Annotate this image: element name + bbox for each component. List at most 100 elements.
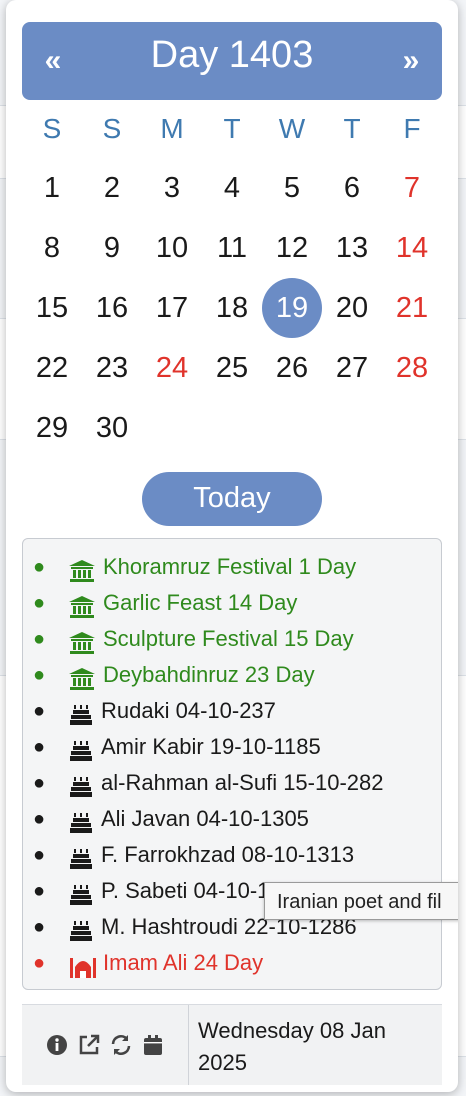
landmark-icon: [69, 629, 95, 654]
bullet-dot: ●: [33, 808, 46, 830]
day-cell[interactable]: 8: [22, 218, 82, 278]
day-cell[interactable]: 10: [142, 218, 202, 278]
day-cell[interactable]: 14: [382, 218, 442, 278]
birthday-cake-icon: [69, 773, 95, 797]
sync-icon[interactable]: [109, 1033, 133, 1057]
weekday-label: T: [343, 113, 361, 144]
landmark-icon: [69, 593, 95, 618]
bullet-dot: ●: [33, 556, 46, 578]
event-item[interactable]: ● Khoramruz Festival 1 Day: [23, 549, 441, 585]
event-item[interactable]: ● Ali Javan 04-10-1305: [23, 801, 441, 837]
event-text: Sculpture Festival 15 Day: [103, 626, 354, 651]
day-cell[interactable]: 28: [382, 338, 442, 398]
day-cell[interactable]: 25: [202, 338, 262, 398]
weekday-label: W: [278, 113, 306, 144]
next-month-button[interactable]: »: [386, 38, 436, 84]
day-cell[interactable]: 17: [142, 278, 202, 338]
event-tooltip: Iranian poet and fil: [264, 882, 458, 920]
bullet-dot: ●: [33, 664, 46, 686]
event-text: Rudaki 04-10-237: [101, 698, 276, 723]
day-cell[interactable]: 3: [142, 158, 202, 218]
day-cell[interactable]: 16: [82, 278, 142, 338]
event-text: Amir Kabir 19-10-1185: [101, 734, 321, 759]
day-cell[interactable]: 5: [262, 158, 322, 218]
event-text: Ali Javan 04-10-1305: [101, 806, 309, 831]
event-item[interactable]: ● al-Rahman al-Sufi 15-10-282: [23, 765, 441, 801]
day-cell[interactable]: 22: [22, 338, 82, 398]
event-text: F. Farrokhzad 08-10-1313: [101, 842, 355, 867]
week-row: 8 9 10 11 12 13 14: [22, 218, 442, 278]
day-cell[interactable]: 20: [322, 278, 382, 338]
bullet-dot: ●: [33, 736, 46, 758]
event-item[interactable]: ● F. Farrokhzad 08-10-1313: [23, 837, 441, 873]
event-text: Imam Ali 24 Day: [103, 950, 264, 975]
bullet-dot: ●: [33, 772, 46, 794]
event-text: Khoramruz Festival 1 Day: [103, 554, 357, 579]
prev-month-button[interactable]: «: [28, 38, 78, 84]
day-cell[interactable]: 27: [322, 338, 382, 398]
day-cell[interactable]: 18: [202, 278, 262, 338]
day-cell[interactable]: 7: [382, 158, 442, 218]
bullet-dot: ●: [33, 880, 46, 902]
event-item[interactable]: ● Deybahdinruz 23 Day: [23, 657, 441, 693]
birthday-cake-icon: [69, 809, 95, 833]
weekday-label: T: [223, 113, 241, 144]
birthday-cake-icon: [69, 845, 95, 869]
external-link-icon[interactable]: [77, 1033, 101, 1057]
landmark-icon: [69, 557, 95, 582]
day-cell[interactable]: 2: [82, 158, 142, 218]
event-text: al-Rahman al-Sufi 15-10-282: [101, 770, 384, 795]
event-item[interactable]: ● Rudaki 04-10-237: [23, 693, 441, 729]
event-item[interactable]: ● Garlic Feast 14 Day: [23, 585, 441, 621]
bullet-dot: ●: [33, 952, 46, 974]
week-row: 1234567: [22, 158, 442, 218]
weekday-label: S: [42, 113, 62, 144]
weekday-label: S: [102, 113, 122, 144]
day-cell[interactable]: 11: [202, 218, 262, 278]
bullet-dot: ●: [33, 844, 46, 866]
footer-toolbar: [22, 1005, 189, 1085]
weekday-label: M: [160, 113, 184, 144]
day-cell[interactable]: 1: [22, 158, 82, 218]
birthday-cake-icon: [69, 737, 95, 761]
calendar-popup: « Day 1403 » S S M T W T F 1 2 3 4 5 6 7 8 9 10 11…: [6, 0, 458, 1092]
bullet-dot: ●: [33, 700, 46, 722]
current-date-line2: 2025: [198, 1050, 247, 1075]
calendar-icon[interactable]: [141, 1033, 165, 1057]
weekday-label: F: [403, 113, 421, 144]
landmark-icon: [69, 665, 95, 690]
birthday-cake-icon: [69, 881, 95, 905]
birthday-cake-icon: [69, 701, 95, 725]
day-cell[interactable]: 9: [82, 218, 142, 278]
week-row: 15 16 17 18 19 20 21: [22, 278, 442, 338]
day-cell[interactable]: 6: [322, 158, 382, 218]
events-list: ● Khoramruz Festival 1 Day ● Garlic Feast 1…: [22, 538, 442, 990]
event-item[interactable]: ● Imam Ali 24 Day: [23, 945, 441, 981]
weekday-row: S S M T W T F: [22, 108, 442, 150]
birthday-cake-icon: [69, 917, 95, 941]
day-cell[interactable]: 30: [82, 398, 142, 458]
day-cell[interactable]: 24: [142, 338, 202, 398]
info-icon[interactable]: [45, 1033, 69, 1057]
current-date: Wednesday 08 Jan 2025: [198, 1015, 428, 1079]
event-text: Deybahdinruz 23 Day: [103, 662, 315, 687]
day-cell[interactable]: 13: [322, 218, 382, 278]
day-cell[interactable]: 4: [202, 158, 262, 218]
bullet-dot: ●: [33, 628, 46, 650]
day-cell[interactable]: 26: [262, 338, 322, 398]
mosque-icon: [69, 953, 96, 978]
day-cell[interactable]: 23: [82, 338, 142, 398]
event-item[interactable]: ● Amir Kabir 19-10-1185: [23, 729, 441, 765]
bullet-dot: ●: [33, 916, 46, 938]
day-cell-selected[interactable]: 19: [262, 278, 322, 338]
week-row: 22 23 24 25 26 27 28: [22, 338, 442, 398]
event-item[interactable]: ● Sculpture Festival 15 Day: [23, 621, 441, 657]
day-cell[interactable]: 12: [262, 218, 322, 278]
day-cell[interactable]: 21: [382, 278, 442, 338]
today-button[interactable]: Today: [142, 472, 322, 526]
week-row: 29 30: [22, 398, 442, 458]
month-title: Day 1403: [150, 34, 314, 76]
day-cell[interactable]: 29: [22, 398, 82, 458]
current-date-line1: Wednesday 08 Jan: [198, 1018, 386, 1043]
day-cell[interactable]: 15: [22, 278, 82, 338]
